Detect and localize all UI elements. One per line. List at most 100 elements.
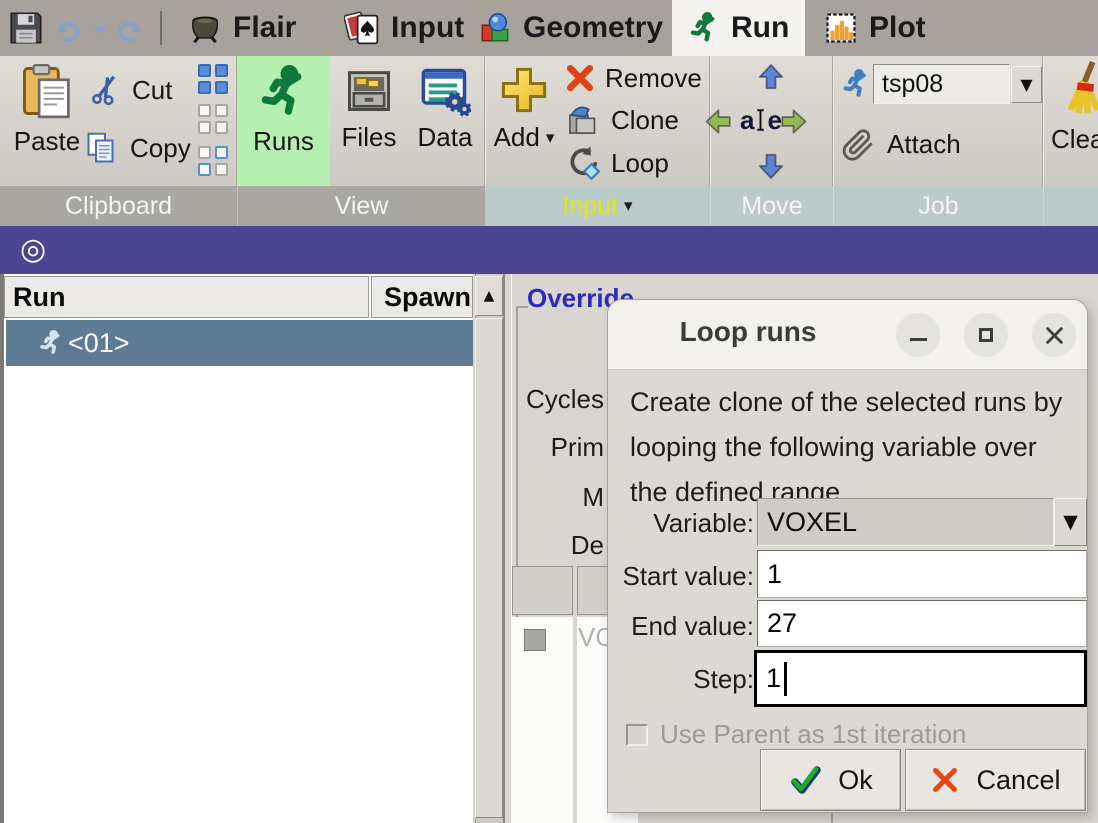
group-label-job: Job xyxy=(833,186,1043,226)
attach-button[interactable]: Attach xyxy=(841,122,1021,166)
paste-clipboard-icon xyxy=(20,60,74,122)
copy-button[interactable]: Copy xyxy=(84,122,194,174)
group-label-clipboard: Clipboard xyxy=(0,186,237,226)
clone-button[interactable]: Clone xyxy=(565,100,708,140)
clean-label: Clean xyxy=(1051,124,1098,155)
group-label-clean xyxy=(1043,186,1098,226)
bg-table-checkbox[interactable] xyxy=(524,629,546,651)
data-button[interactable]: Data xyxy=(409,62,481,182)
add-caret-icon: ▾ xyxy=(546,128,555,148)
playing-cards-icon xyxy=(344,9,380,47)
step-input[interactable]: 1 xyxy=(754,650,1087,707)
runs-button[interactable]: Runs xyxy=(237,56,330,186)
queue-input[interactable]: tsp08 xyxy=(873,64,1010,104)
group-label-input-menu[interactable]: Input ▾ xyxy=(485,186,710,226)
variable-dropdown-icon: ▼ xyxy=(1063,511,1078,533)
toolbar-group-view: Runs Files xyxy=(237,56,485,186)
attach-label: Attach xyxy=(887,129,961,160)
save-icon[interactable] xyxy=(8,10,44,51)
redo-icon[interactable] xyxy=(114,12,148,51)
loop-label: Loop xyxy=(611,148,669,179)
paste-button[interactable]: Paste xyxy=(4,60,90,182)
undo-icon[interactable] xyxy=(50,12,84,51)
loop-button[interactable]: Loop xyxy=(565,143,708,183)
move-right-button[interactable] xyxy=(774,107,809,137)
menubar: Flair Input Geometry Ru xyxy=(0,0,1098,56)
dialog-description: Create clone of the selected runs by loo… xyxy=(630,380,1075,515)
end-value-input[interactable] xyxy=(757,600,1087,647)
variable-combobox[interactable]: VOXEL xyxy=(757,498,1054,546)
layout-grid-filled-button[interactable] xyxy=(194,60,232,98)
tab-run[interactable]: Run xyxy=(672,0,805,56)
geometry-icon xyxy=(478,11,512,45)
add-plus-icon xyxy=(498,62,550,118)
use-parent-checkbox-label: Use Parent as 1st iteration xyxy=(660,719,966,750)
minimize-button[interactable] xyxy=(896,313,940,357)
run-list-header-spawn: Spawn xyxy=(371,276,473,318)
grid-filled-icon xyxy=(198,64,228,94)
start-value-input[interactable] xyxy=(757,550,1087,598)
use-parent-checkbox[interactable] xyxy=(626,724,648,746)
text-cursor-icon xyxy=(754,107,767,133)
cycles-label: Cycles xyxy=(404,384,604,416)
variable-value: VOXEL xyxy=(767,507,857,538)
grid-outline-icon xyxy=(198,104,228,134)
view-group-label: View xyxy=(335,192,389,221)
clean-button[interactable]: Clean xyxy=(1047,58,1098,184)
text-caret xyxy=(784,662,787,696)
dropdown-triangle-icon: ▼ xyxy=(1020,75,1032,94)
layout-grid-outline-button[interactable] xyxy=(194,100,232,138)
run-list-row-selected[interactable]: <01> xyxy=(6,320,473,366)
remove-x-icon xyxy=(565,63,595,93)
tab-run-label: Run xyxy=(731,11,789,45)
paperclip-icon xyxy=(841,125,877,163)
move-down-button[interactable] xyxy=(756,146,786,181)
add-label-wrap: Add ▾ xyxy=(494,122,555,153)
tab-input[interactable]: Input xyxy=(328,0,480,56)
cut-label: Cut xyxy=(132,75,172,106)
input-group-label: Input xyxy=(562,192,618,221)
files-cabinet-icon xyxy=(343,62,395,118)
remove-button[interactable]: Remove xyxy=(565,58,708,98)
flair-app-window: Flair Input Geometry Ru xyxy=(0,0,1098,823)
run-name: <01> xyxy=(68,328,130,359)
target-icon[interactable]: ◎ xyxy=(20,232,46,267)
close-button[interactable] xyxy=(1032,313,1076,357)
tab-flair[interactable]: Flair xyxy=(172,0,312,56)
scrollbar-up-button[interactable]: ▲ xyxy=(475,276,503,316)
description-line-1: Create clone of the selected runs by xyxy=(630,380,1075,425)
bg-frame-line xyxy=(831,812,833,823)
tab-plot[interactable]: Plot xyxy=(808,0,942,56)
cancel-x-icon xyxy=(930,765,960,795)
input-group-caret-icon: ▾ xyxy=(624,196,633,216)
files-button[interactable]: Files xyxy=(333,62,405,182)
move-up-button[interactable] xyxy=(756,62,786,97)
cancel-button[interactable]: Cancel xyxy=(905,749,1086,811)
variable-dropdown-button[interactable]: ▼ xyxy=(1054,498,1087,546)
tab-geometry[interactable]: Geometry xyxy=(462,0,679,56)
cauldron-icon xyxy=(188,11,222,45)
queue-dropdown-button[interactable]: ▼ xyxy=(1011,66,1042,103)
scissors-icon xyxy=(86,71,124,109)
tab-plot-label: Plot xyxy=(869,11,926,45)
run-list-header-run: Run xyxy=(4,276,369,318)
cancel-label: Cancel xyxy=(976,765,1060,796)
maximize-button[interactable] xyxy=(964,313,1008,357)
max-label: M xyxy=(404,482,604,514)
copy-label: Copy xyxy=(130,133,191,164)
dialog-title: Loop runs xyxy=(618,316,878,348)
undo-history-chevron-icon[interactable] xyxy=(93,26,107,34)
layout-grid-mixed-button[interactable] xyxy=(194,142,232,180)
variable-label: Variable: xyxy=(608,508,754,539)
add-label: Add xyxy=(494,122,540,153)
toolbar-group-input: Add ▾ Remove Clone xyxy=(485,56,710,186)
copy-pages-icon xyxy=(84,130,120,166)
add-button[interactable]: Add ▾ xyxy=(487,62,561,182)
ok-label: Ok xyxy=(838,765,873,796)
arrow-down-icon xyxy=(756,151,786,181)
rename-a-glyph: a xyxy=(740,105,754,136)
move-group-label: Move xyxy=(741,192,802,221)
cut-button[interactable]: Cut xyxy=(88,64,192,116)
ok-button[interactable]: Ok xyxy=(760,749,901,811)
move-left-button[interactable] xyxy=(704,107,739,137)
